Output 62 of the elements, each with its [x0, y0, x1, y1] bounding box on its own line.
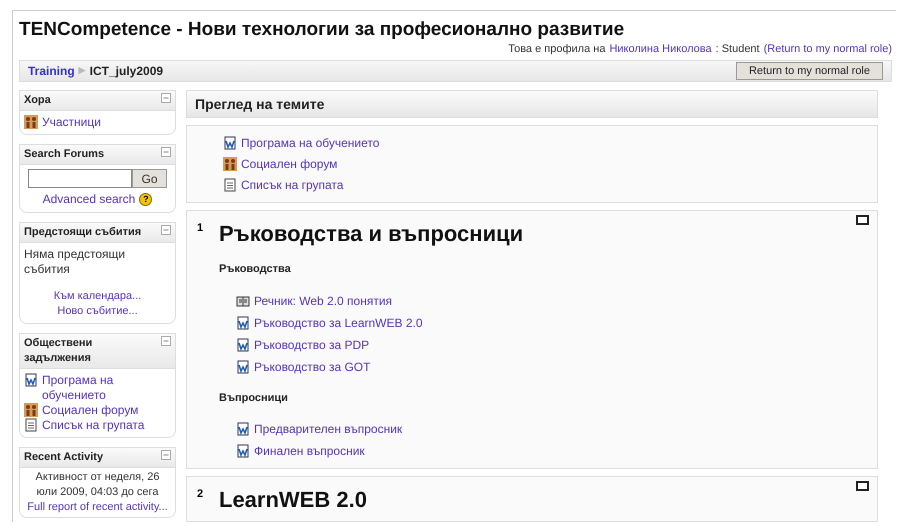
go-button[interactable]: Go: [132, 169, 166, 188]
block-title: Recent Activity: [24, 450, 104, 465]
full-report-link[interactable]: Full report of recent activity...: [27, 500, 168, 515]
block-title: Обществени задължения: [24, 336, 94, 366]
document-icon: [236, 422, 250, 436]
group-heading: Въпросници: [219, 390, 289, 406]
document-icon: [223, 136, 237, 150]
search-field[interactable]: [28, 169, 132, 188]
people-icon: [223, 157, 237, 171]
resource-link[interactable]: Списък на групата: [241, 176, 344, 194]
document-icon: [236, 360, 250, 374]
breadcrumb-link[interactable]: Training: [28, 62, 75, 80]
block-link[interactable]: Социален форум: [42, 403, 138, 418]
people-icon: [24, 115, 38, 129]
text-file-icon: [24, 418, 38, 432]
block-title: Search Forums: [24, 147, 104, 162]
user-link[interactable]: Николина Николова: [609, 43, 712, 56]
group-heading: Ръководства: [219, 262, 292, 277]
resource-link[interactable]: Предварителен въпросник: [254, 420, 402, 438]
block-link[interactable]: Участници: [42, 115, 101, 130]
activity-text: Активност от неделя, 26 юли 2009, 04:03 до сега: [34, 470, 160, 500]
text-file-icon: [223, 178, 237, 192]
resource-link[interactable]: Ръководство за LearnWEB 2.0: [254, 314, 423, 332]
collapse-icon[interactable]: [161, 147, 171, 157]
block-title: Хора: [24, 93, 51, 108]
book-icon: [236, 294, 250, 308]
event-link[interactable]: Ново събитие...: [24, 304, 171, 319]
collapse-icon[interactable]: [161, 93, 171, 103]
resource-link[interactable]: Социален форум: [241, 155, 338, 173]
resource-link[interactable]: Речник: Web 2.0 понятия: [254, 292, 392, 310]
no-events-text: Няма предстоящи събития: [24, 247, 126, 277]
section-number: 2: [197, 488, 204, 500]
collapse-icon[interactable]: [161, 450, 171, 460]
breadcrumb-separator: ▶: [78, 64, 86, 78]
profile-text: Това е профила на: [508, 43, 606, 56]
resource-link[interactable]: Ръководство за PDP: [254, 336, 370, 354]
resource-link[interactable]: Финален въпросник: [254, 442, 365, 460]
resource-link[interactable]: Програма на обучението: [241, 134, 380, 152]
help-icon[interactable]: ?: [139, 192, 152, 206]
document-icon: [236, 444, 250, 458]
site-title: TENCompetence - Нови технологии за професионално развитие: [19, 19, 624, 40]
resource-link[interactable]: Ръководство за GOT: [254, 358, 370, 376]
advanced-search-link[interactable]: Advanced search: [42, 190, 136, 208]
block-link[interactable]: Програма на обучението: [42, 373, 171, 403]
document-icon: [236, 316, 250, 330]
section-title: Ръководства и въпросници: [219, 221, 524, 247]
document-icon: [236, 338, 250, 352]
section-title: LearnWEB 2.0: [219, 487, 368, 513]
toggle-checkbox[interactable]: [856, 215, 868, 225]
people-icon: [24, 403, 38, 417]
block-link[interactable]: Списък на групата: [42, 418, 144, 433]
section-number: 1: [197, 222, 204, 234]
block-title: Предстоящи събития: [24, 225, 142, 240]
topics-header: Преглед на темите: [186, 90, 878, 118]
toggle-checkbox[interactable]: [856, 481, 868, 491]
return-role-link[interactable]: (Return to my normal role): [764, 43, 892, 56]
role-text: : Student: [716, 43, 760, 56]
event-link[interactable]: Към календара...: [24, 289, 171, 304]
collapse-icon[interactable]: [161, 336, 171, 346]
document-icon: [24, 373, 38, 387]
return-role-button[interactable]: Return to my normal role: [736, 62, 883, 80]
collapse-icon[interactable]: [161, 225, 171, 235]
